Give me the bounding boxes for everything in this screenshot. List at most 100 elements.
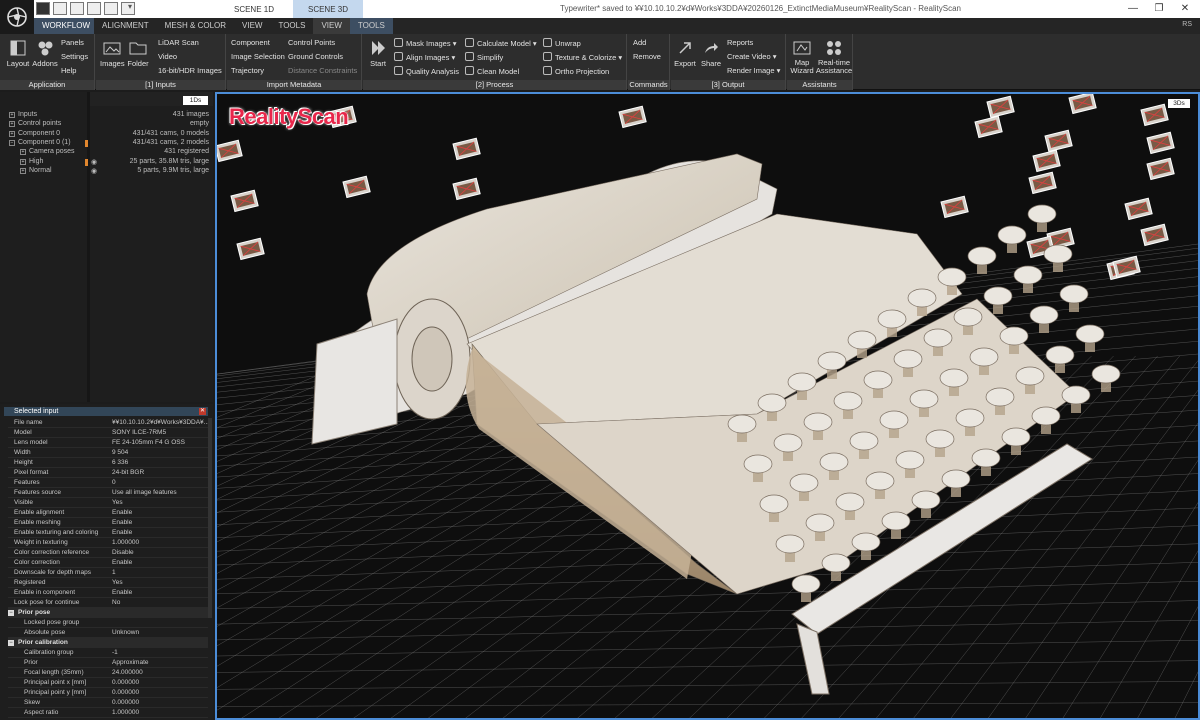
realtime-assistance-button[interactable]: Real-time Assistance bbox=[815, 39, 853, 75]
tree-row[interactable]: + Camera poses 431 registered bbox=[0, 148, 213, 157]
visibility-eye-icon[interactable]: ◉ bbox=[91, 158, 97, 166]
property-section[interactable]: − Prior pose bbox=[8, 608, 208, 618]
badge-1ds[interactable]: 1Ds bbox=[183, 96, 208, 105]
ortho-projection-button[interactable]: Ortho Projection bbox=[543, 66, 609, 76]
remove-button[interactable]: Remove bbox=[633, 52, 661, 61]
addons-button[interactable]: Addons bbox=[32, 39, 58, 68]
property-row[interactable]: Enable texturing and coloring Enable bbox=[8, 528, 208, 538]
user-initials[interactable]: RS bbox=[1182, 21, 1192, 28]
import-distance-constraints-button[interactable]: Distance Constraints bbox=[288, 66, 357, 75]
tree-row[interactable]: + Normal 5 parts, 9.9M tris, large ◉ bbox=[0, 167, 213, 176]
layout-grid-icon[interactable] bbox=[70, 2, 84, 15]
create-video-button[interactable]: Create Video ▾ bbox=[727, 52, 777, 61]
property-row[interactable]: Principal point y [mm] 0.000000 bbox=[8, 688, 208, 698]
layout-toggle-icon[interactable] bbox=[36, 2, 50, 15]
badge-3ds[interactable]: 3Ds bbox=[1168, 99, 1190, 108]
property-value[interactable]: 0.000000 bbox=[112, 698, 208, 708]
add-button[interactable]: Add bbox=[633, 38, 646, 47]
property-row[interactable]: Lens model FE 24-105mm F4 G OSS bbox=[8, 438, 208, 448]
minimize-button[interactable]: — bbox=[1126, 2, 1140, 15]
layout-button[interactable]: Layout bbox=[5, 39, 31, 68]
property-value[interactable]: 0.000000 bbox=[112, 678, 208, 688]
tab-scene-1d[interactable]: SCENE 1D bbox=[215, 0, 293, 18]
property-value[interactable]: 1.000000 bbox=[112, 538, 208, 548]
property-value[interactable]: ¥¥10.10.10.2¥d¥Works¥3DDA¥... bbox=[112, 418, 208, 428]
expand-icon[interactable]: + bbox=[20, 158, 26, 165]
property-value[interactable]: 1 bbox=[112, 568, 208, 578]
expand-icon[interactable]: + bbox=[20, 149, 26, 156]
property-row[interactable]: Skew 0.000000 bbox=[8, 698, 208, 708]
tab-scene-view[interactable]: VIEW bbox=[313, 18, 350, 34]
collapse-icon[interactable]: − bbox=[9, 139, 15, 146]
property-row[interactable]: Downscale for depth maps 1 bbox=[8, 568, 208, 578]
property-value[interactable]: Enable bbox=[112, 518, 208, 528]
tree-row[interactable]: + Component 0 431/431 cams, 0 models bbox=[0, 130, 213, 139]
property-value[interactable]: Disable bbox=[112, 548, 208, 558]
mask-images-button[interactable]: Mask Images ▾ bbox=[394, 38, 456, 48]
import-image-selection-button[interactable]: Image Selection bbox=[231, 52, 285, 61]
visibility-eye-icon[interactable]: ◉ bbox=[91, 167, 97, 175]
import-ground-controls-button[interactable]: Ground Controls bbox=[288, 52, 343, 61]
property-value[interactable]: Yes bbox=[112, 498, 208, 508]
tree-row[interactable]: + Inputs 431 images bbox=[0, 111, 213, 120]
property-row[interactable]: Locked pose group bbox=[8, 618, 208, 628]
property-row[interactable]: Pixel format 24-bit BGR bbox=[8, 468, 208, 478]
property-row[interactable]: Width 9 504 bbox=[8, 448, 208, 458]
3d-viewport[interactable]: RealityScan 3Ds bbox=[215, 92, 1200, 720]
maximize-button[interactable]: ❐ bbox=[1152, 2, 1166, 15]
clean-model-button[interactable]: Clean Model bbox=[465, 66, 519, 76]
quality-analysis-button[interactable]: Quality Analysis bbox=[394, 66, 459, 76]
help-button[interactable]: Help bbox=[61, 66, 76, 75]
property-value[interactable]: Enable bbox=[112, 528, 208, 538]
video-button[interactable]: Video bbox=[158, 52, 177, 61]
calculate-model-button[interactable]: Calculate Model ▾ bbox=[465, 38, 537, 48]
property-value[interactable]: Enable bbox=[112, 558, 208, 568]
export-button[interactable]: Export bbox=[673, 39, 697, 68]
property-row[interactable]: Color correction Enable bbox=[8, 558, 208, 568]
property-row[interactable]: Calibration group -1 bbox=[8, 648, 208, 658]
property-value[interactable]: SONY ILCE-7RM5 bbox=[112, 428, 208, 438]
property-value[interactable]: Enable bbox=[112, 508, 208, 518]
texture-colorize-button[interactable]: Texture & Colorize ▾ bbox=[543, 52, 622, 62]
tree-row[interactable]: − Component 0 (1) 431/431 cams, 2 models bbox=[0, 139, 213, 148]
tab-alignment[interactable]: ALIGNMENT bbox=[94, 18, 157, 34]
property-value[interactable]: FE 24-105mm F4 G OSS bbox=[112, 438, 208, 448]
import-trajectory-button[interactable]: Trajectory bbox=[231, 66, 264, 75]
property-value[interactable]: No bbox=[112, 598, 208, 608]
property-value[interactable]: -1 bbox=[112, 648, 208, 658]
expand-icon[interactable]: + bbox=[20, 167, 26, 174]
expand-icon[interactable]: + bbox=[9, 130, 15, 137]
quick-access-dropdown-icon[interactable]: ▾ bbox=[128, 2, 132, 11]
property-section[interactable]: − Prior calibration bbox=[8, 638, 208, 648]
layout-wide-icon[interactable] bbox=[104, 2, 118, 15]
property-row[interactable]: File name ¥¥10.10.10.2¥d¥Works¥3DDA¥... bbox=[8, 418, 208, 428]
property-row[interactable]: Enable in component Enable bbox=[8, 588, 208, 598]
collapse-section-icon[interactable]: − bbox=[8, 610, 14, 616]
panels-button[interactable]: Panels bbox=[61, 38, 84, 47]
tab-workflow[interactable]: WORKFLOW bbox=[34, 18, 94, 34]
tab-tools[interactable]: TOOLS bbox=[270, 18, 313, 34]
close-button[interactable]: ✕ bbox=[1178, 2, 1192, 15]
settings-button[interactable]: Settings bbox=[61, 52, 88, 61]
expand-icon[interactable]: + bbox=[9, 121, 15, 128]
property-row[interactable]: Weight in texturing 1.000000 bbox=[8, 538, 208, 548]
property-row[interactable]: Registered Yes bbox=[8, 578, 208, 588]
property-value[interactable]: 6 336 bbox=[112, 458, 208, 468]
typewriter-model[interactable] bbox=[311, 153, 1121, 695]
property-row[interactable]: Height 6 336 bbox=[8, 458, 208, 468]
reports-button[interactable]: Reports bbox=[727, 38, 753, 47]
property-row[interactable]: Color correction reference Disable bbox=[8, 548, 208, 558]
property-value[interactable]: 0 bbox=[112, 478, 208, 488]
render-image-button[interactable]: Render Image ▾ bbox=[727, 66, 780, 75]
tab-view[interactable]: VIEW bbox=[234, 18, 270, 34]
start-button[interactable]: Start bbox=[367, 39, 389, 68]
properties-scrollbar[interactable] bbox=[208, 418, 212, 618]
unwrap-button[interactable]: Unwrap bbox=[543, 38, 581, 48]
property-row[interactable]: Lock pose for continue No bbox=[8, 598, 208, 608]
property-row[interactable]: Model SONY ILCE-7RM5 bbox=[8, 428, 208, 438]
property-row[interactable]: Absolute pose Unknown bbox=[8, 628, 208, 638]
property-value[interactable]: Approximate bbox=[112, 658, 208, 668]
property-value[interactable]: Unknown bbox=[112, 628, 208, 638]
lidar-scan-button[interactable]: LiDAR Scan bbox=[158, 38, 199, 47]
property-row[interactable]: Aspect ratio 1.000000 bbox=[8, 708, 208, 718]
